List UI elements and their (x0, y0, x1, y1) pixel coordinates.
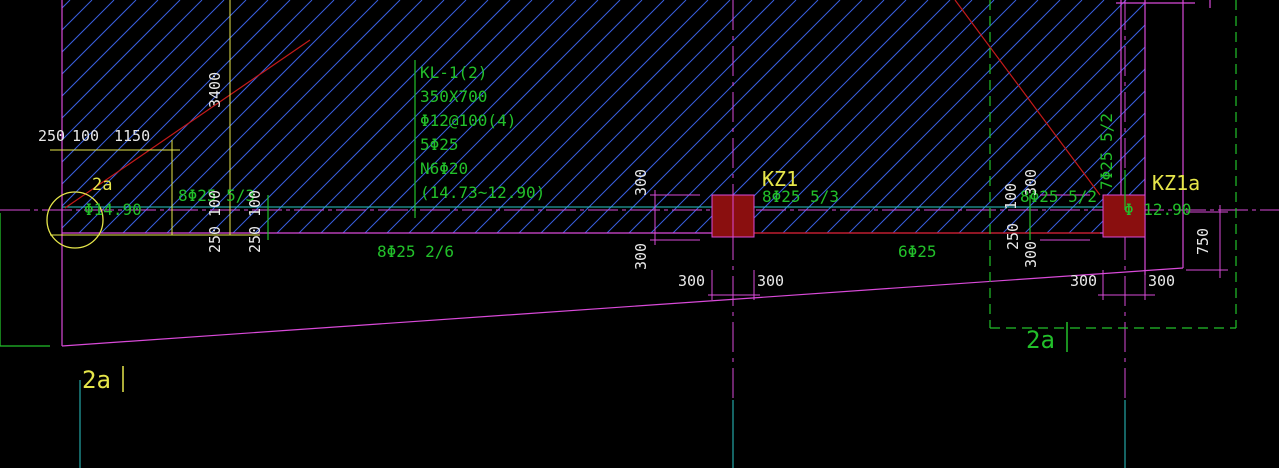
column-label-kz1a: KZ1a (1152, 171, 1200, 195)
dim-1150: 1150 (114, 127, 150, 145)
marker-2a-right: 2a (1026, 326, 1055, 354)
beam-label-line1: KL-1(2) (420, 63, 487, 82)
dim-250-v: 250 (206, 226, 224, 253)
dim-250-v2: 250 (246, 226, 264, 253)
cad-drawing-canvas[interactable]: KL-1(2) 350X700 Φ12@100(4) 5Φ25 N6Φ20 (1… (0, 0, 1279, 468)
dim-300-c: 300 (678, 272, 705, 290)
dim-100-v: 100 (206, 190, 224, 217)
dim-100-top: 100 (72, 127, 99, 145)
beam-label-line6: (14.73~12.90) (420, 183, 545, 202)
beam-label-line4: 5Φ25 (420, 135, 459, 154)
dim-100-r: 100 (1002, 183, 1020, 210)
dim-300-e: 300 (1070, 272, 1097, 290)
dim-300-h: 300 (1022, 241, 1040, 268)
marker-2a-left: 2a (82, 366, 111, 394)
background (0, 0, 1279, 468)
elevation-right: Φ 12.90 (1124, 200, 1191, 219)
marker-2a-small: 2a (92, 175, 112, 195)
rebar-mid-top: 8Φ25 5/3 (762, 187, 839, 206)
dim-300-a: 300 (632, 169, 650, 196)
dim-100-v2: 100 (246, 190, 264, 217)
dim-250-r: 250 (1004, 223, 1022, 250)
dim-300-d: 300 (757, 272, 784, 290)
dim-250-top: 250 (38, 127, 65, 145)
dim-300-f: 300 (1148, 272, 1175, 290)
elevation-left: Φ14.90 (84, 200, 142, 219)
beam-label-line3: Φ12@100(4) (420, 111, 516, 130)
beam-label-line5: N6Φ20 (420, 159, 468, 178)
dim-750: 750 (1194, 228, 1212, 255)
dim-3400: 3400 (206, 72, 224, 108)
dim-300-g: 300 (1022, 169, 1040, 196)
rebar-right-vertical: 7Φ25 5/2 (1097, 113, 1116, 190)
dim-300-b: 300 (632, 243, 650, 270)
beam-label-line2: 350X700 (420, 87, 487, 106)
rebar-bottom-right: 6Φ25 (898, 242, 937, 261)
rebar-bottom-left: 8Φ25 2/6 (377, 242, 454, 261)
